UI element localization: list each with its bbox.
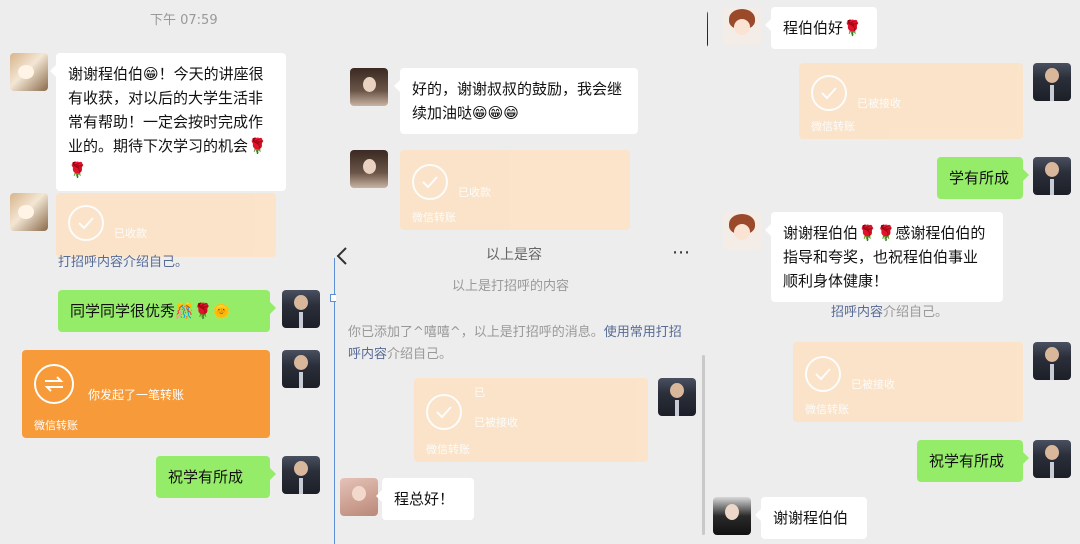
message-bubble[interactable]: 好的，谢谢叔叔的鼓励，我会继续加油哒😁😁😁	[394, 68, 638, 134]
chat-panel-middle: 好的，谢谢叔叔的鼓励，我会继续加油哒😁😁😁 已收款 微信转账 以上是容 ⋯ 以上…	[336, 0, 706, 544]
system-text: 介绍自己。	[883, 305, 949, 320]
transfer-status: 已被接收	[474, 416, 518, 429]
chat-panel-right: 收到 程伯伯好🌹 已被接收 微信转账 学有所成 谢谢程伯伯🌹🌹感谢程伯伯的指导和…	[707, 0, 1080, 544]
message-bubble[interactable]: 谢谢程伯伯😁！今天的讲座很有收获，对以后的大学生活非常有帮助！一定会按时完成作业…	[50, 53, 286, 191]
avatar-student-anime[interactable]	[723, 7, 761, 45]
transfer-card-accepted[interactable]: 已被接收 微信转账	[793, 342, 1023, 422]
back-arrow-icon[interactable]	[336, 246, 348, 270]
check-icon	[68, 205, 104, 241]
check-icon	[426, 394, 462, 430]
avatar-cheng[interactable]	[1033, 157, 1071, 195]
transfer-footer: 微信转账	[412, 211, 456, 224]
avatar-cheng[interactable]	[1033, 63, 1071, 101]
avatar-student-anime[interactable]	[723, 212, 761, 250]
transfer-status: 已收款	[114, 227, 147, 240]
transfer-status: 你发起了一笔转账	[88, 388, 185, 402]
transfer-card-accepted[interactable]: 已 已被接收 微信转账	[414, 378, 648, 462]
greeting-hint: 招呼内容介绍自己。	[831, 302, 948, 324]
transfer-footer: 微信转账	[811, 120, 855, 133]
avatar-cheng[interactable]	[707, 10, 708, 48]
check-icon	[811, 75, 847, 111]
message-bubble-sent[interactable]: 祝学有所成	[156, 456, 276, 498]
message-bubble-sent[interactable]: 同学同学很优秀🎊🌹🌞	[58, 290, 276, 332]
transfer-footer: 微信转账	[805, 403, 849, 416]
message-bubble[interactable]: 谢谢程伯伯🌹🌹感谢程伯伯的指导和夸奖，也祝程伯伯事业顺利身体健康！	[765, 212, 1003, 302]
timestamp: 下午 07:59	[150, 13, 218, 28]
greeting-hint-text: 打招呼内容介绍自己。	[58, 255, 189, 270]
chat-header: 以上是容 ⋯	[336, 236, 706, 274]
chat-title: 以上是容	[486, 247, 542, 263]
avatar-student-dark[interactable]	[713, 497, 751, 535]
transfer-amount: 已	[474, 386, 485, 399]
message-bubble-sent[interactable]: 祝学有所成	[917, 440, 1029, 482]
avatar-cheng[interactable]	[282, 456, 320, 494]
greeting-link[interactable]: 招呼内容	[831, 305, 883, 320]
system-message-greeting: 你已添加了^嘻嘻^，以上是打招呼的消息。使用常用打招呼内容介绍自己。	[348, 322, 688, 366]
avatar-cheng[interactable]	[658, 378, 696, 416]
avatar-student-pink[interactable]	[340, 478, 378, 516]
avatar-cheng[interactable]	[282, 350, 320, 388]
avatar-student-girl[interactable]	[350, 150, 388, 188]
avatar-student-girl[interactable]	[350, 68, 388, 106]
message-bubble[interactable]: 程总好！	[376, 478, 474, 520]
transfer-card-accepted[interactable]: 已被接收 微信转账	[799, 63, 1023, 139]
system-text: 你已添加了^嘻嘻^，以上是打招呼的消息。	[348, 325, 604, 340]
chat-panel-left: 下午 07:59 谢谢程伯伯😁！今天的讲座很有收获，对以后的大学生活非常有帮助！…	[0, 0, 335, 544]
transfer-status: 已收款	[458, 186, 491, 199]
transfer-card-received[interactable]: 已收款 微信转账	[400, 150, 630, 230]
message-bubble[interactable]: 谢谢程伯伯	[755, 497, 867, 539]
check-icon	[412, 164, 448, 200]
avatar-cheng[interactable]	[282, 290, 320, 328]
avatar-cheng[interactable]	[1033, 342, 1071, 380]
transfer-arrows-icon	[34, 364, 74, 404]
scrollbar[interactable]	[702, 355, 705, 535]
transfer-footer: 微信转账	[34, 419, 78, 432]
transfer-card-received[interactable]: 已收款	[56, 193, 276, 257]
transfer-footer: 微信转账	[426, 443, 470, 456]
system-message: 以上是打招呼的内容	[452, 279, 570, 294]
message-bubble-sent[interactable]: 学有所成	[937, 157, 1029, 199]
avatar-student-dog[interactable]	[10, 193, 48, 231]
avatar-student-dog[interactable]	[10, 53, 48, 91]
system-text: 介绍自己。	[387, 347, 453, 362]
message-bubble[interactable]: 程伯伯好🌹	[765, 7, 877, 49]
transfer-status: 已被接收	[857, 97, 901, 110]
check-icon	[805, 356, 841, 392]
more-options-icon[interactable]: ⋯	[672, 242, 691, 263]
transfer-status: 已被接收	[851, 378, 895, 391]
avatar-cheng[interactable]	[1033, 440, 1071, 478]
transfer-card-sent[interactable]: 你发起了一笔转账 微信转账	[22, 350, 270, 438]
